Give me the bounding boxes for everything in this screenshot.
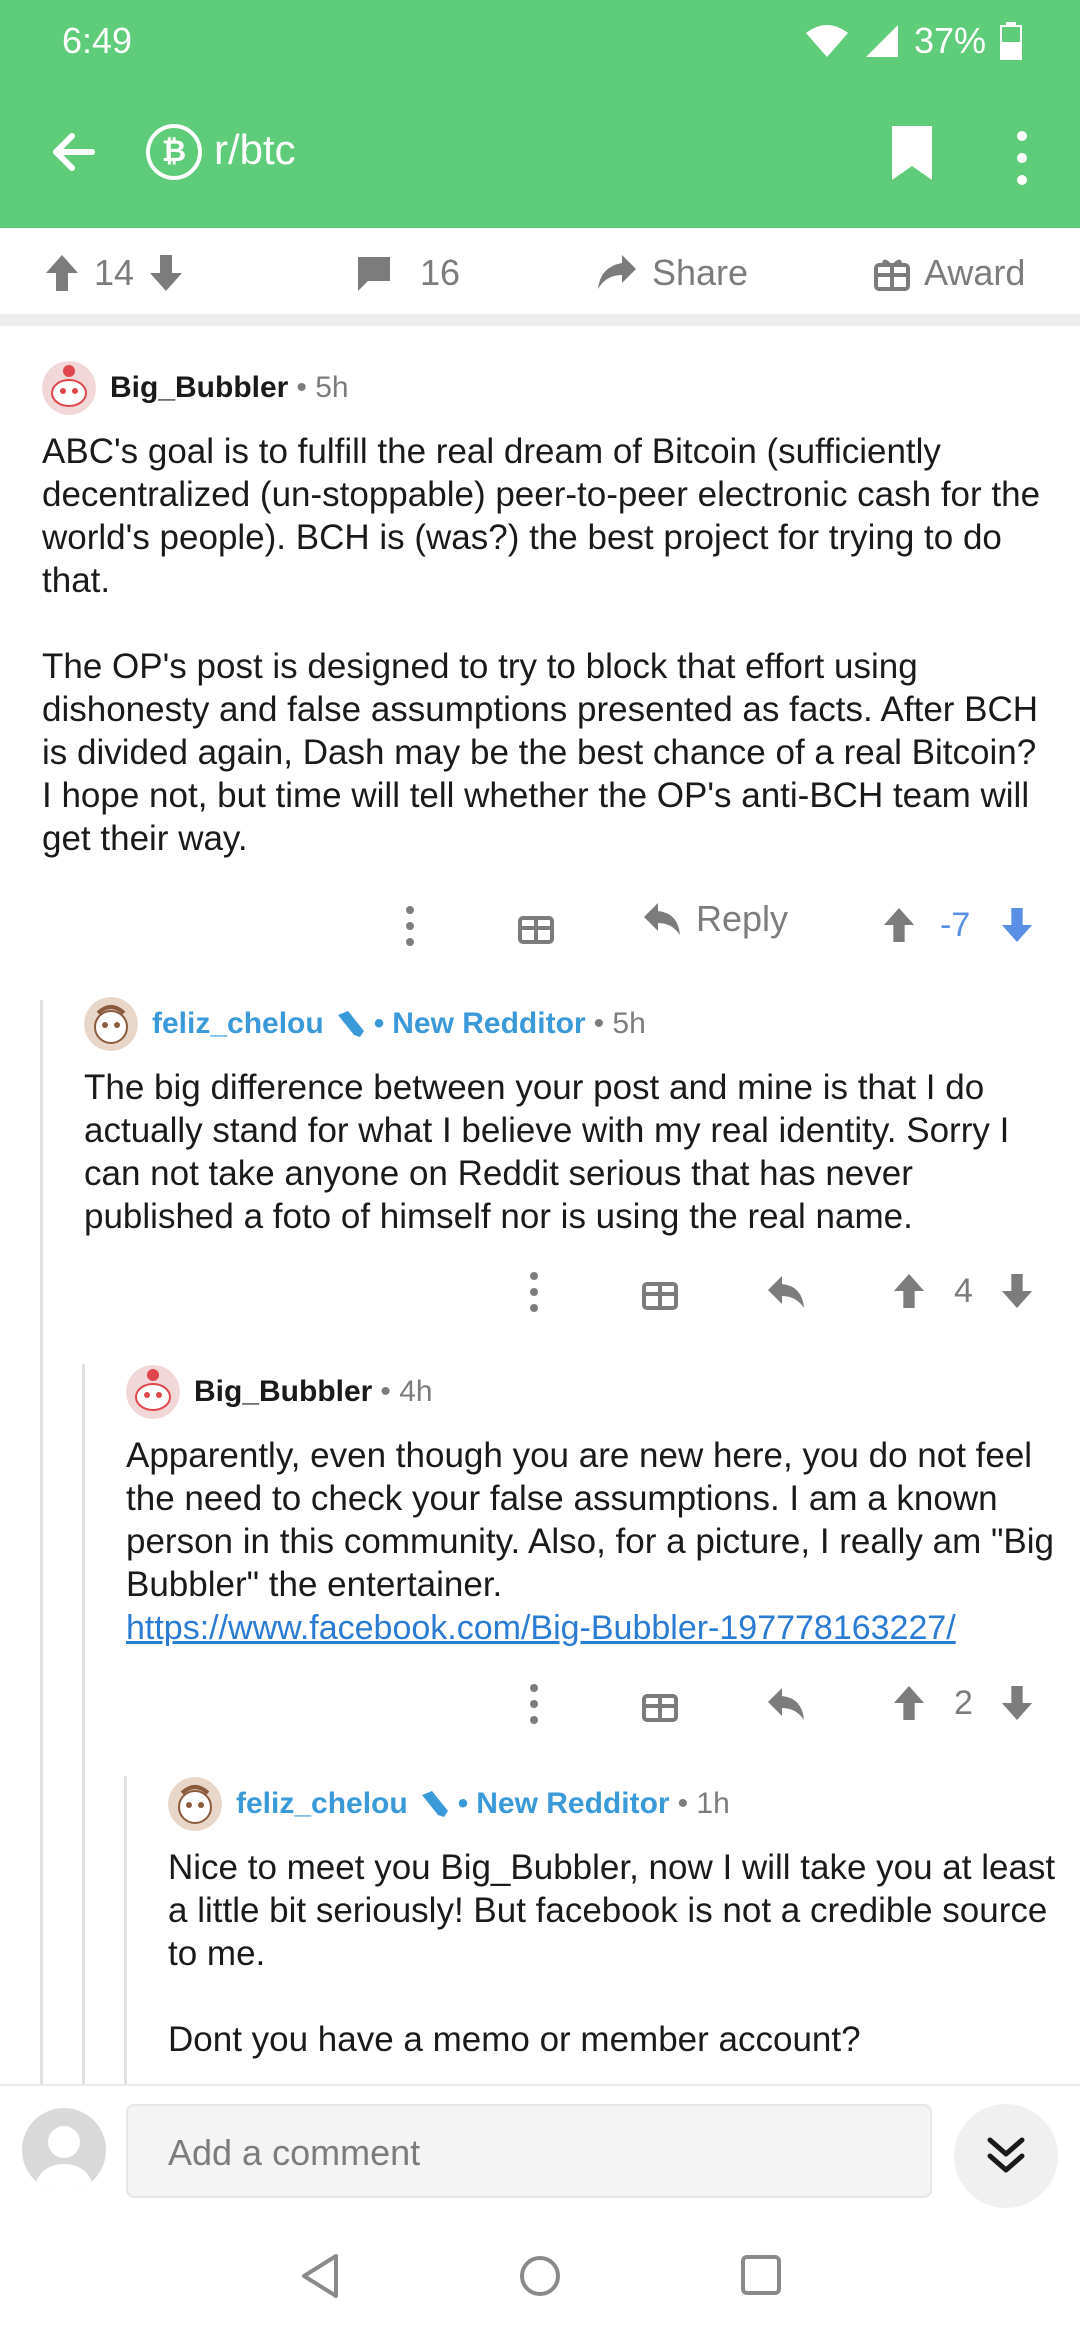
subreddit-name[interactable]: r/btc: [214, 126, 296, 174]
comment-author[interactable]: Big_Bubbler: [194, 1375, 372, 1409]
user-flair: New Redditor: [392, 1007, 586, 1040]
battery-icon: [1000, 22, 1022, 60]
recents-nav-icon[interactable]: [740, 2254, 782, 2296]
app-bar: ₿ r/btc: [0, 100, 1080, 210]
comment-header: feliz_chelou • New Redditor • 1h: [168, 1777, 1058, 1831]
gift-icon: [874, 259, 910, 291]
comment-author[interactable]: Big_Bubbler: [110, 371, 288, 405]
comment: feliz_chelou • New Redditor • 5h The big…: [84, 997, 1054, 1238]
bookmark-icon[interactable]: [888, 124, 936, 182]
comment-time: • 5h: [593, 1007, 646, 1040]
avatar[interactable]: [126, 1365, 180, 1419]
award-button[interactable]: Award: [874, 252, 1025, 294]
downvote-icon[interactable]: [1000, 906, 1034, 944]
downvote-icon[interactable]: [148, 253, 184, 293]
comment-composer: Add a comment: [0, 2084, 1080, 2214]
comment-input[interactable]: Add a comment: [126, 2104, 932, 2198]
moderator-tool-icon: [337, 1011, 364, 1037]
avatar[interactable]: [42, 361, 96, 415]
comment-score: 4: [954, 1272, 973, 1310]
more-options-icon[interactable]: [524, 1676, 544, 1732]
post-action-bar: 14 16 Share Award: [0, 228, 1080, 326]
reply-icon[interactable]: [766, 1686, 806, 1722]
comment-time: • 1h: [677, 1787, 730, 1820]
upvote-icon[interactable]: [882, 906, 916, 944]
gift-icon[interactable]: [642, 1274, 678, 1310]
downvote-icon[interactable]: [1000, 1272, 1034, 1310]
wifi-icon: [805, 25, 848, 57]
back-nav-icon[interactable]: [298, 2252, 342, 2300]
comment-actions: 4: [0, 1264, 1080, 1320]
comment-time: • 5h: [296, 371, 349, 404]
share-button[interactable]: Share: [596, 252, 748, 294]
post-score: 14: [94, 252, 135, 293]
user-avatar-icon: [36, 2126, 92, 2192]
status-bar: 6:49 37%: [0, 0, 1080, 80]
comment-body: ABC's goal is to fulfill the real dream …: [42, 432, 1041, 858]
more-options-icon[interactable]: [400, 898, 420, 954]
subreddit-icon[interactable]: ₿: [146, 124, 202, 180]
comment-body: The big difference between your post and…: [84, 1068, 1010, 1236]
upvote-icon[interactable]: [892, 1684, 926, 1722]
comments-button[interactable]: 16: [354, 252, 460, 294]
gift-icon[interactable]: [642, 1686, 678, 1722]
status-time: 6:49: [62, 20, 133, 61]
avatar[interactable]: [84, 997, 138, 1051]
back-arrow-icon[interactable]: [44, 122, 104, 182]
reply-button[interactable]: Reply: [642, 898, 788, 940]
upvote-icon[interactable]: [44, 253, 80, 293]
comment: Big_Bubbler • 4h Apparently, even though…: [126, 1365, 1066, 1650]
comment-actions: Reply -7: [0, 898, 1080, 954]
comment-icon: [358, 257, 390, 291]
comment-header: feliz_chelou • New Redditor • 5h: [84, 997, 1054, 1051]
system-nav-bar: [0, 2214, 1080, 2340]
comment-header: Big_Bubbler • 5h: [42, 361, 1052, 415]
comment-score: 2: [954, 1684, 973, 1722]
comment-link[interactable]: https://www.facebook.com/Big-Bubbler-197…: [126, 1609, 956, 1647]
app-header: 6:49 37% ₿ r/btc: [0, 0, 1080, 228]
comment-author[interactable]: feliz_chelou: [152, 1007, 324, 1041]
user-avatar[interactable]: [22, 2108, 106, 2192]
comment-actions: 2: [0, 1676, 1080, 1732]
next-comment-button[interactable]: [954, 2104, 1058, 2208]
home-nav-icon[interactable]: [518, 2254, 562, 2298]
comment-time: • 4h: [380, 1375, 433, 1408]
user-flair: New Redditor: [476, 1787, 670, 1820]
downvote-icon[interactable]: [1000, 1684, 1034, 1722]
comment-score: -7: [940, 906, 971, 944]
comment-header: Big_Bubbler • 4h: [126, 1365, 1066, 1419]
avatar[interactable]: [168, 1777, 222, 1831]
battery-percent: 37%: [913, 20, 986, 61]
thread-line[interactable]: [124, 1776, 127, 2084]
more-options-icon[interactable]: [524, 1264, 544, 1320]
comment-author[interactable]: feliz_chelou: [236, 1787, 408, 1821]
thread-line[interactable]: [40, 1000, 43, 2084]
comment-body: Apparently, even though you are new here…: [126, 1436, 1054, 1647]
signal-icon: [865, 25, 898, 57]
comment-body: Nice to meet you Big_Bubbler, now I will…: [168, 1848, 1056, 2059]
comment: Big_Bubbler • 5h ABC's goal is to fulfil…: [42, 361, 1052, 860]
moderator-tool-icon: [421, 1791, 448, 1817]
comment: feliz_chelou • New Redditor • 1h Nice to…: [168, 1777, 1058, 2061]
more-options-icon[interactable]: [1010, 128, 1034, 188]
post-vote: 14: [44, 252, 184, 294]
reply-icon: [644, 903, 680, 935]
reply-icon[interactable]: [766, 1274, 806, 1310]
upvote-icon[interactable]: [892, 1272, 926, 1310]
double-chevron-down-icon: [987, 2137, 1025, 2173]
gift-icon[interactable]: [518, 908, 554, 944]
share-icon: [598, 255, 636, 289]
